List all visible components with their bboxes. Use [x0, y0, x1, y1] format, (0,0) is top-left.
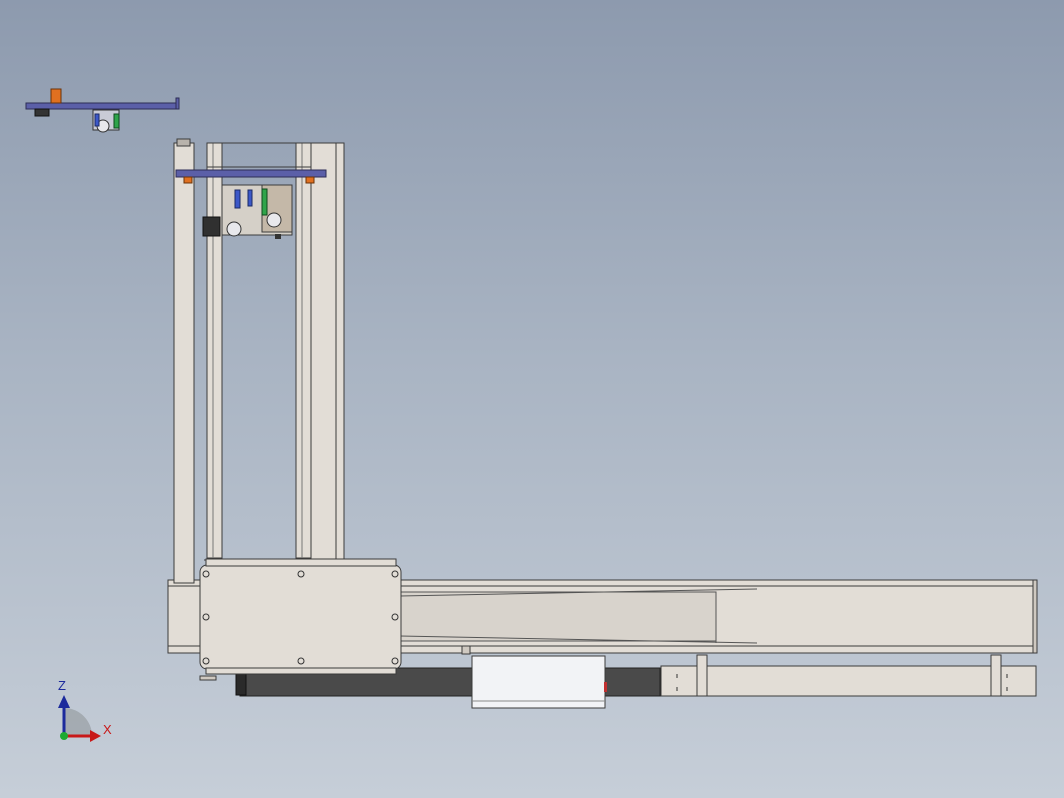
- column-left-post-cap: [176, 138, 191, 147]
- gripper-blue-clamp: [94, 113, 100, 127]
- column-carriage-plate: [175, 169, 327, 178]
- lower-rail-support-right: [990, 654, 1002, 697]
- lower-rail-end-block: [235, 672, 247, 696]
- carriage-black-motor: [202, 216, 221, 237]
- column-inner-left-rail: [206, 142, 223, 559]
- column-right-post: [310, 142, 345, 564]
- connection-plate[interactable]: [199, 558, 402, 681]
- axis-z-label: Z: [58, 678, 66, 693]
- cad-model-view[interactable]: [0, 0, 1064, 798]
- carriage-green-clamp: [261, 188, 268, 216]
- gripper-left-bracket: [34, 108, 50, 117]
- vertical-column-module[interactable]: [173, 138, 345, 584]
- column-top-frame: [206, 142, 312, 168]
- coordinate-triad: [58, 695, 101, 742]
- graphics-viewport[interactable]: Z X: [0, 0, 1064, 798]
- lower-light-rail: [660, 665, 1037, 697]
- carriage-pulley-left: [226, 221, 242, 237]
- carriage-bottom-nut: [275, 234, 281, 239]
- triad-x-arrowhead: [90, 730, 101, 742]
- triad-z-arrowhead: [58, 695, 70, 708]
- axis-x-label: X: [103, 722, 112, 737]
- detached-gripper-assembly[interactable]: [25, 88, 180, 133]
- base-end-cap: [1032, 579, 1038, 654]
- triad-y-shading: [64, 708, 92, 736]
- triad-y-origin: [60, 732, 68, 740]
- lower-rail-support-left: [696, 654, 708, 697]
- gripper-orange-block: [50, 88, 62, 104]
- column-left-post: [173, 142, 195, 584]
- motor-housing: [471, 655, 606, 709]
- connection-plate-top-lip: [205, 558, 397, 567]
- carriage-blue-clamp-2: [247, 189, 253, 207]
- plate-foot-shim: [199, 675, 217, 681]
- carriage-orange-left: [183, 176, 193, 184]
- connection-plate-bottom-lip: [205, 667, 397, 675]
- carriage-blue-clamp: [234, 189, 241, 209]
- gripper-mount-plate: [25, 102, 179, 110]
- motor-coupler: [461, 645, 471, 655]
- base-belt-cover: [399, 591, 717, 642]
- gripper-green-clamp: [113, 113, 120, 129]
- connection-plate-body: [199, 564, 402, 670]
- column-inner-right-rail: [295, 142, 312, 559]
- gripper-plate-end-stop: [175, 97, 180, 110]
- carriage-pulley-right: [266, 212, 282, 228]
- carriage-orange-right: [305, 176, 315, 184]
- motor-red-marker: [604, 682, 607, 692]
